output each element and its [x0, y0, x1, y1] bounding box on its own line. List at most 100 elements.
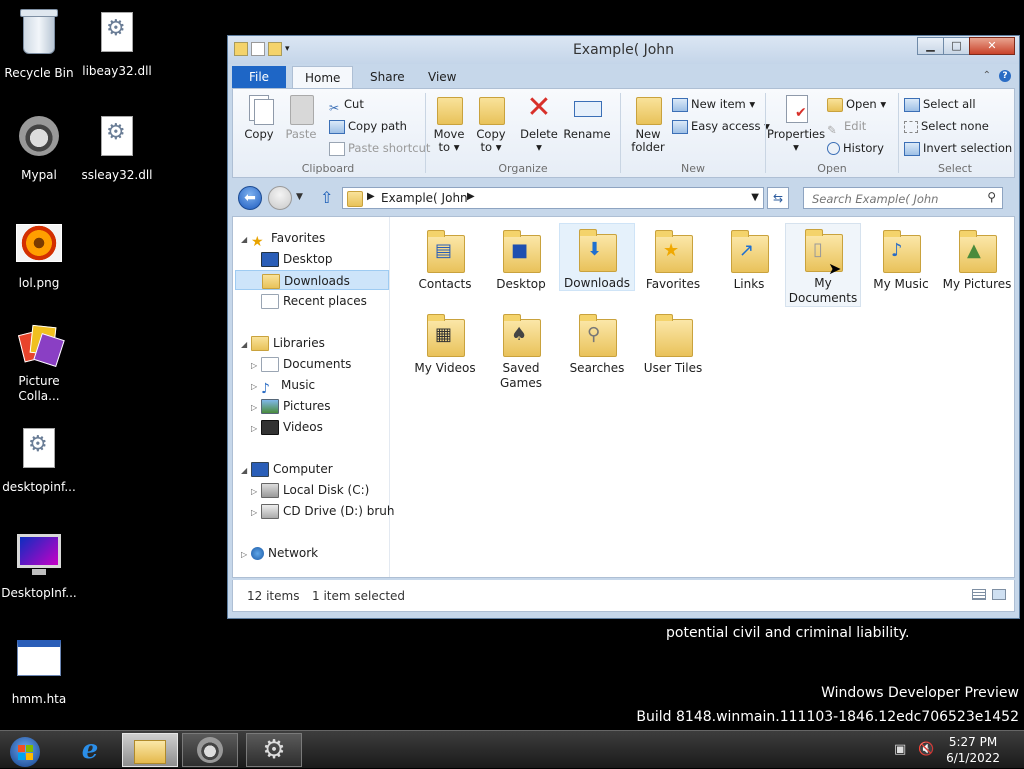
folder-desktop[interactable]: ■ Desktop — [483, 225, 559, 291]
nav-item-downloads[interactable]: Downloads — [235, 270, 389, 290]
expand-arrow-icon[interactable]: ▷ — [251, 503, 261, 523]
easy-access-button[interactable]: Easy access ▾ — [672, 117, 770, 135]
address-bar[interactable]: ▶ Example( John ▶ ▼ — [342, 187, 764, 209]
large-icons-view-icon[interactable] — [992, 589, 1006, 600]
new-item-button[interactable]: New item ▾ — [672, 95, 755, 113]
folder-links[interactable]: ↗ Links — [711, 225, 787, 291]
desktop-icon-hmm-hta[interactable]: hmm.hta — [1, 632, 77, 707]
expand-arrow-icon[interactable]: ▷ — [241, 545, 251, 565]
help-icon[interactable]: ? — [999, 70, 1011, 82]
desktop-icon-lol-png[interactable]: lol.png — [1, 216, 77, 291]
expand-arrow-icon[interactable]: ▷ — [251, 377, 261, 397]
explorer-window[interactable]: ▾ Example( John ▁ □ ✕ File Home Share Vi… — [227, 35, 1020, 619]
copy-to-button[interactable]: Copy to ▾ — [471, 93, 511, 154]
nav-item-local-disk[interactable]: ▷ Local Disk (C:) — [251, 480, 369, 500]
nav-item-cd-drive[interactable]: ▷ CD Drive (D:) bruh — [251, 501, 394, 521]
nav-item-recent-places[interactable]: Recent places — [261, 291, 367, 311]
up-arrow-icon[interactable]: ⇧ — [320, 188, 333, 207]
tab-home[interactable]: Home — [292, 66, 354, 89]
properties-button[interactable]: ✔ Properties ▾ — [767, 93, 825, 154]
taskbar-settings-app[interactable]: ⚙ — [246, 733, 302, 767]
network-status-icon[interactable]: ▣ — [894, 742, 906, 757]
nav-item-favorites[interactable]: ◢ ★ Favorites — [241, 228, 325, 250]
expand-arrow-icon[interactable]: ▷ — [251, 419, 261, 439]
forward-button[interactable] — [268, 186, 292, 210]
taskbar-file-explorer[interactable] — [122, 733, 178, 767]
clock[interactable]: 5:27 PM 6/1/2022 — [946, 734, 1000, 766]
history-button[interactable]: History — [827, 139, 884, 157]
folder-searches[interactable]: ⚲ Searches — [559, 309, 635, 375]
folder-my-pictures[interactable]: ▲ My Pictures — [939, 225, 1015, 291]
breadcrumb-chevron-icon[interactable]: ▶ — [467, 191, 475, 202]
back-button[interactable]: ⬅ — [238, 186, 262, 210]
folder-contacts[interactable]: ▤ Contacts — [407, 225, 483, 291]
nav-item-network[interactable]: ▷ Network — [241, 543, 318, 563]
details-view-icon[interactable] — [972, 589, 986, 600]
invert-selection-button[interactable]: Invert selection — [904, 139, 1012, 157]
folder-my-videos[interactable]: ▦ My Videos — [407, 309, 483, 375]
paste-button[interactable]: Paste — [281, 93, 321, 141]
address-history-dropdown-icon[interactable]: ▼ — [751, 192, 759, 203]
paste-shortcut-button[interactable]: Paste shortcut — [329, 139, 430, 157]
edit-button[interactable]: ✎ Edit — [827, 117, 866, 137]
tab-view[interactable]: View — [416, 66, 468, 88]
select-all-button[interactable]: Select all — [904, 95, 976, 113]
volume-muted-icon[interactable]: 🔇 — [918, 742, 934, 757]
nav-item-videos[interactable]: ▷ Videos — [251, 417, 323, 437]
ribbon-minimize-icon[interactable]: ⌃ — [983, 70, 991, 82]
breadcrumb-chevron-icon[interactable]: ▶ — [367, 191, 375, 202]
tab-file[interactable]: File — [232, 66, 286, 88]
desktop-icon-recycle-bin[interactable]: Recycle Bin — [1, 8, 77, 81]
title-bar[interactable]: ▾ Example( John ▁ □ ✕ — [228, 36, 1019, 64]
search-icon[interactable]: ⚲ — [987, 190, 996, 204]
copy-button[interactable]: Copy — [239, 93, 279, 141]
navigation-pane[interactable]: ◢ ★ Favorites Desktop Downloads Recent pla… — [233, 217, 394, 577]
desktop-icon-libeay32[interactable]: libeay32.dll — [79, 8, 155, 79]
rename-button[interactable]: Rename — [563, 93, 611, 141]
tab-share[interactable]: Share — [358, 66, 417, 88]
search-box[interactable]: ⚲ — [803, 187, 1003, 209]
start-button[interactable] — [0, 733, 56, 767]
copy-path-button[interactable]: Copy path — [329, 117, 407, 135]
folder-user-tiles[interactable]: User Tiles — [635, 309, 711, 375]
nav-item-music[interactable]: ▷ ♪ Music — [251, 375, 316, 397]
nav-item-libraries[interactable]: ◢ Libraries — [241, 333, 325, 353]
folder-downloads[interactable]: ⬇ Downloads — [559, 223, 635, 291]
delete-button[interactable]: ✕ Delete ▾ — [519, 93, 559, 154]
maximize-button[interactable]: □ — [943, 37, 970, 55]
folder-my-documents[interactable]: ▯ My Documents — [785, 223, 861, 307]
nav-item-desktop[interactable]: Desktop — [261, 249, 333, 269]
nav-item-documents[interactable]: ▷ Documents — [251, 354, 351, 374]
select-none-button[interactable]: Select none — [904, 117, 989, 135]
expand-arrow-icon[interactable]: ▷ — [251, 398, 261, 418]
folder-my-music[interactable]: ♪ My Music — [863, 225, 939, 291]
taskbar-mypal[interactable] — [182, 733, 238, 767]
search-input[interactable] — [810, 189, 984, 209]
nav-item-computer[interactable]: ◢ Computer — [241, 459, 333, 479]
new-folder-button[interactable]: New folder — [626, 93, 670, 154]
desktop-icon-mypal[interactable]: Mypal — [1, 112, 77, 183]
refresh-button[interactable]: ⇆ — [767, 187, 789, 209]
open-button[interactable]: Open ▾ — [827, 95, 886, 113]
desktop-icon-desktopinf-app[interactable]: DesktopInf... — [1, 528, 77, 601]
expand-arrow-icon[interactable]: ▷ — [251, 482, 261, 502]
collapse-arrow-icon[interactable]: ◢ — [241, 230, 251, 250]
recent-locations-dropdown-icon[interactable]: ▼ — [296, 192, 303, 202]
expand-arrow-icon[interactable]: ▷ — [251, 356, 261, 376]
collapse-arrow-icon[interactable]: ◢ — [241, 461, 251, 481]
minimize-button[interactable]: ▁ — [917, 37, 944, 55]
desktop-icon-picture-collage[interactable]: Picture Colla... — [1, 320, 77, 404]
desktop-icon-ssleay32[interactable]: ssleay32.dll — [79, 112, 155, 183]
desktop-icon-desktopinf-file[interactable]: desktopinf... — [1, 424, 77, 495]
collapse-arrow-icon[interactable]: ◢ — [241, 335, 251, 355]
move-to-button[interactable]: Move to ▾ — [429, 93, 469, 154]
nav-item-pictures[interactable]: ▷ Pictures — [251, 396, 331, 416]
taskbar-internet-explorer[interactable]: e — [62, 733, 118, 767]
file-list[interactable]: ▤ Contacts ■ Desktop ⬇ Downloads ★ Favor… — [390, 217, 1014, 577]
cut-button[interactable]: ✂ Cut — [329, 95, 364, 115]
folder-saved-games[interactable]: ♠ Saved Games — [483, 309, 559, 390]
close-button[interactable]: ✕ — [969, 37, 1015, 55]
breadcrumb-current[interactable]: Example( John — [381, 191, 468, 205]
nav-label: Music — [281, 378, 316, 392]
folder-favorites[interactable]: ★ Favorites — [635, 225, 711, 291]
